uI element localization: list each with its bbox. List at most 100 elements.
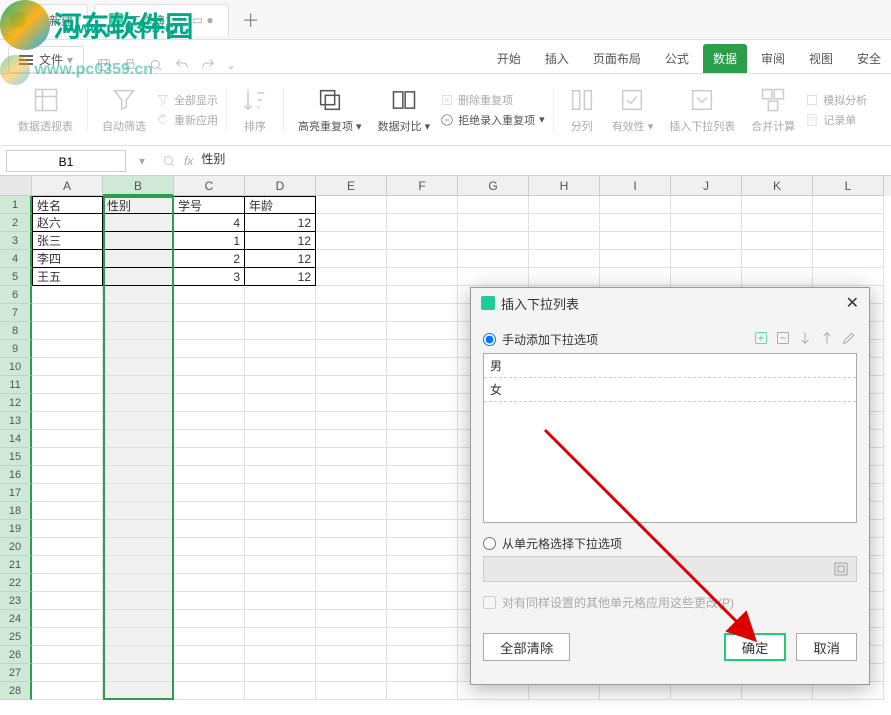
ok-button[interactable]: 确定 xyxy=(724,633,787,661)
cell[interactable] xyxy=(32,376,103,394)
cell[interactable] xyxy=(387,412,458,430)
cell[interactable] xyxy=(32,484,103,502)
new-tab-button[interactable]: ＋ xyxy=(235,4,267,36)
cell[interactable] xyxy=(103,628,174,646)
cell[interactable] xyxy=(316,538,387,556)
cell[interactable] xyxy=(103,484,174,502)
cell[interactable] xyxy=(387,250,458,268)
cell[interactable] xyxy=(174,502,245,520)
cell[interactable] xyxy=(103,268,174,286)
cell[interactable] xyxy=(387,574,458,592)
tab-formula[interactable]: 公式 xyxy=(655,44,699,73)
row-header[interactable]: 25 xyxy=(0,628,32,646)
cell[interactable] xyxy=(245,304,316,322)
cell[interactable] xyxy=(387,430,458,448)
cell[interactable] xyxy=(245,466,316,484)
cell[interactable] xyxy=(174,520,245,538)
cell[interactable]: 12 xyxy=(245,232,316,250)
cell[interactable]: 4 xyxy=(174,214,245,232)
row-header[interactable]: 3 xyxy=(0,232,32,250)
cell[interactable] xyxy=(32,430,103,448)
tab-safety[interactable]: 安全 xyxy=(847,44,891,73)
cell[interactable] xyxy=(529,214,600,232)
cell[interactable] xyxy=(316,214,387,232)
cell[interactable] xyxy=(316,250,387,268)
tab-page-layout[interactable]: 页面布局 xyxy=(583,44,651,73)
cell[interactable] xyxy=(245,538,316,556)
cell[interactable] xyxy=(529,250,600,268)
cell[interactable]: 学号 xyxy=(174,196,245,214)
cell[interactable] xyxy=(316,304,387,322)
cell[interactable] xyxy=(316,196,387,214)
cell[interactable] xyxy=(245,556,316,574)
cell[interactable]: 张三 xyxy=(32,232,103,250)
cell[interactable] xyxy=(387,304,458,322)
cell[interactable]: 1 xyxy=(174,232,245,250)
simulate-button[interactable]: 模拟分析 xyxy=(805,92,867,108)
cell[interactable] xyxy=(813,214,884,232)
cell[interactable] xyxy=(671,250,742,268)
cell[interactable] xyxy=(245,358,316,376)
cell[interactable] xyxy=(103,286,174,304)
row-header[interactable]: 12 xyxy=(0,394,32,412)
range-picker-icon[interactable] xyxy=(832,560,850,578)
cell[interactable] xyxy=(316,268,387,286)
cell[interactable] xyxy=(32,646,103,664)
cell[interactable] xyxy=(103,376,174,394)
col-header[interactable]: E xyxy=(316,176,387,196)
cell[interactable] xyxy=(387,502,458,520)
cell[interactable] xyxy=(316,358,387,376)
cell[interactable] xyxy=(316,340,387,358)
cell[interactable] xyxy=(174,556,245,574)
cell[interactable] xyxy=(103,250,174,268)
cell[interactable] xyxy=(529,232,600,250)
cell[interactable] xyxy=(245,340,316,358)
cell[interactable] xyxy=(174,628,245,646)
row-header[interactable]: 14 xyxy=(0,430,32,448)
cell[interactable] xyxy=(245,448,316,466)
cell[interactable] xyxy=(174,412,245,430)
cell[interactable] xyxy=(245,646,316,664)
cell[interactable] xyxy=(32,304,103,322)
cell[interactable] xyxy=(742,250,813,268)
pivot-table-button[interactable]: 数据透视表 xyxy=(12,86,79,134)
cell[interactable] xyxy=(316,322,387,340)
tab-insert[interactable]: 插入 xyxy=(535,44,579,73)
cell[interactable] xyxy=(316,286,387,304)
cell[interactable] xyxy=(387,448,458,466)
row-header[interactable]: 2 xyxy=(0,214,32,232)
cell[interactable] xyxy=(103,574,174,592)
cell[interactable] xyxy=(174,484,245,502)
cell[interactable] xyxy=(32,520,103,538)
cell[interactable] xyxy=(103,304,174,322)
fx-icon[interactable]: fx xyxy=(184,154,193,168)
cell[interactable] xyxy=(174,394,245,412)
cell[interactable] xyxy=(174,358,245,376)
cell[interactable] xyxy=(742,232,813,250)
row-header[interactable]: 7 xyxy=(0,304,32,322)
cell[interactable] xyxy=(387,520,458,538)
cell[interactable] xyxy=(32,322,103,340)
row-header[interactable]: 19 xyxy=(0,520,32,538)
cell[interactable] xyxy=(103,358,174,376)
col-header[interactable]: A xyxy=(32,176,103,196)
select-all-corner[interactable] xyxy=(0,176,32,196)
cell[interactable] xyxy=(32,394,103,412)
cell[interactable] xyxy=(245,376,316,394)
cell[interactable] xyxy=(387,232,458,250)
cell[interactable] xyxy=(671,196,742,214)
save-icon[interactable] xyxy=(96,57,112,73)
cell[interactable] xyxy=(600,232,671,250)
cell[interactable] xyxy=(174,664,245,682)
cell[interactable] xyxy=(103,412,174,430)
tab-data[interactable]: 数据 xyxy=(703,44,747,73)
cell[interactable] xyxy=(387,484,458,502)
cell[interactable] xyxy=(32,610,103,628)
cell[interactable] xyxy=(245,484,316,502)
cell[interactable] xyxy=(245,682,316,700)
cell[interactable] xyxy=(387,214,458,232)
col-header[interactable]: K xyxy=(742,176,813,196)
cell[interactable] xyxy=(316,628,387,646)
cell[interactable]: 12 xyxy=(245,214,316,232)
redo-icon[interactable] xyxy=(200,57,216,73)
